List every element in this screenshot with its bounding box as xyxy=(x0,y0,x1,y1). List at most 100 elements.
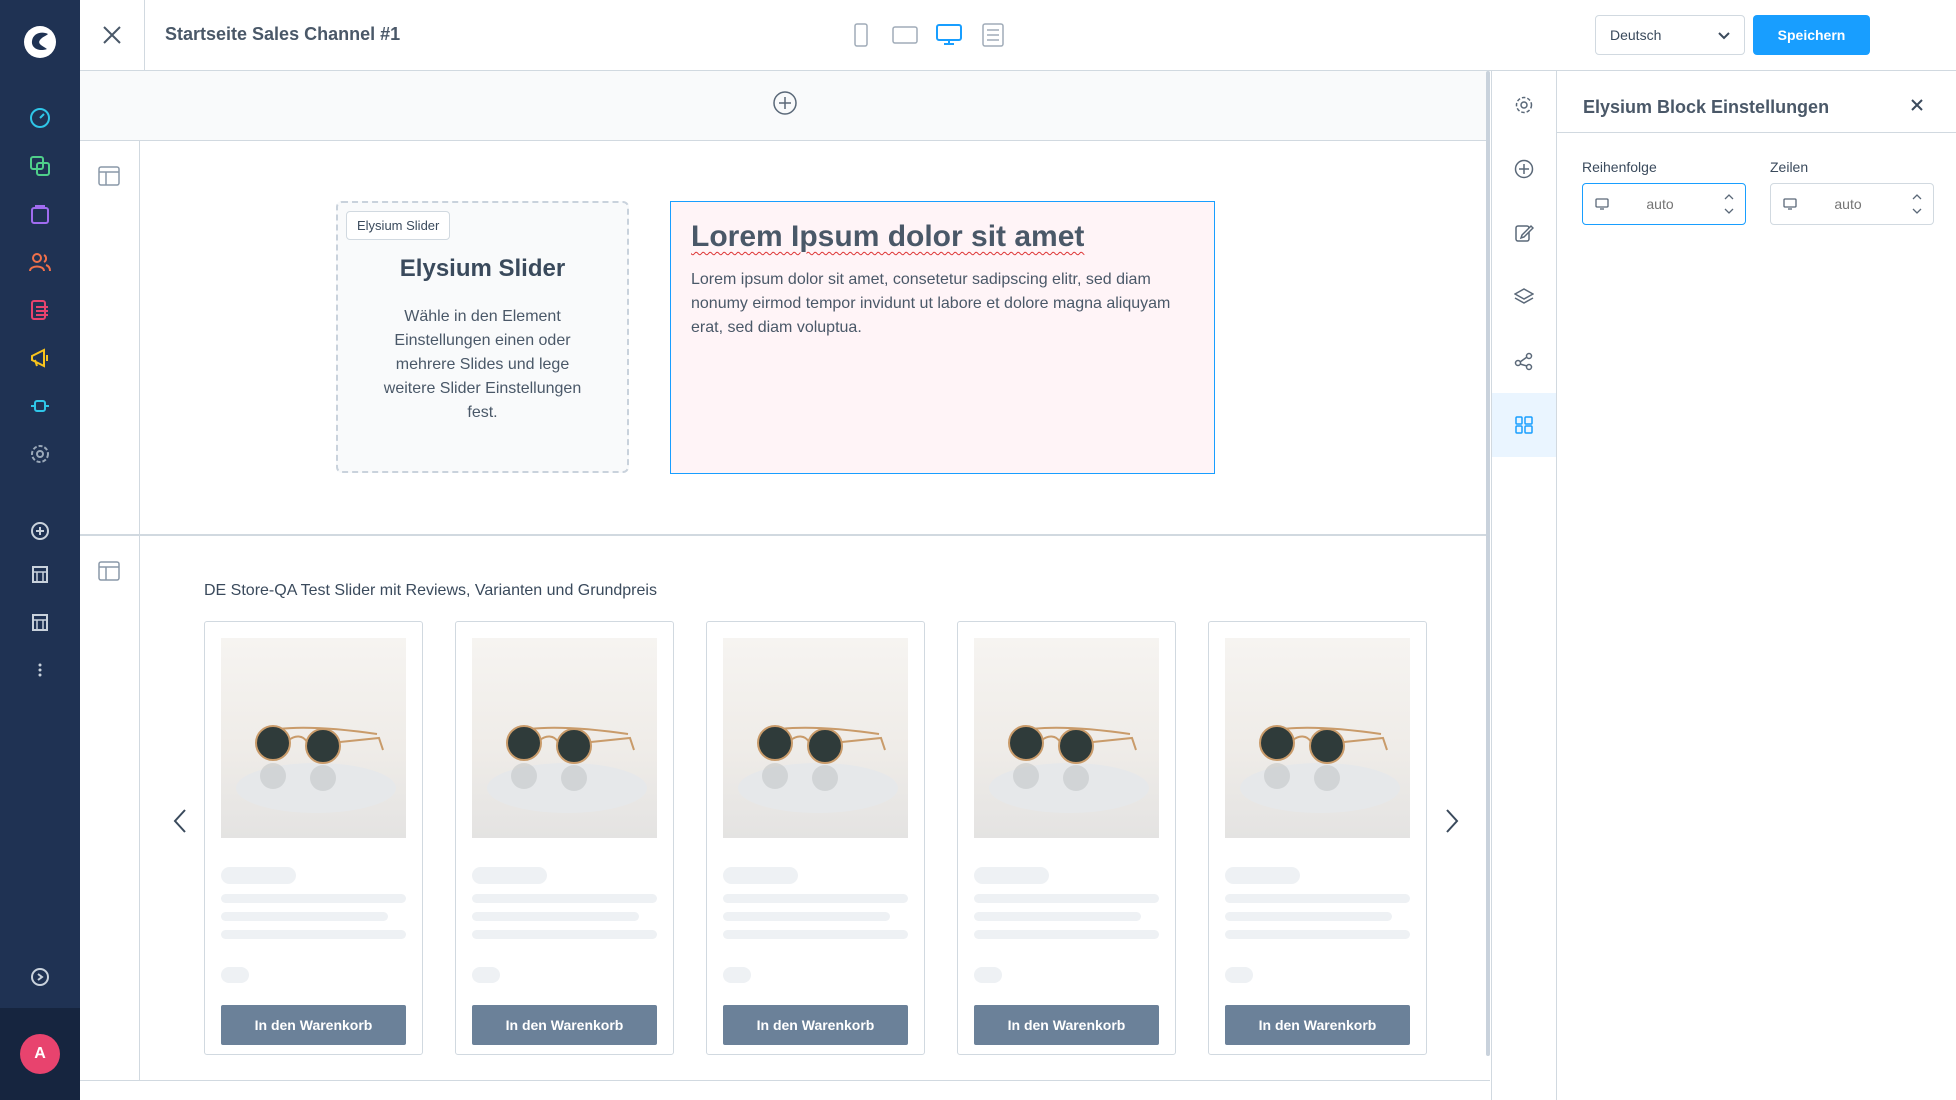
settings-icon[interactable] xyxy=(1492,73,1556,137)
product-image[interactable] xyxy=(221,638,406,838)
skeleton-line xyxy=(1225,894,1410,903)
language-select[interactable]: Deutsch xyxy=(1595,15,1745,55)
content-icon[interactable] xyxy=(26,296,54,324)
share-icon[interactable] xyxy=(1492,329,1556,393)
chevron-right-icon[interactable] xyxy=(1440,806,1464,836)
section-settings-icon[interactable] xyxy=(98,560,122,584)
close-icon[interactable] xyxy=(1909,97,1929,117)
storefront-icon[interactable] xyxy=(26,608,54,636)
skeleton-line xyxy=(221,912,388,921)
skeleton-line xyxy=(221,967,249,983)
skeleton-line xyxy=(723,930,908,939)
close-icon[interactable] xyxy=(80,0,145,70)
rows-input-box xyxy=(1770,183,1934,225)
rows-input[interactable] xyxy=(1813,196,1883,212)
product-card[interactable]: In den Warenkorb xyxy=(957,621,1176,1055)
product-image[interactable] xyxy=(974,638,1159,838)
skeleton-line xyxy=(1225,912,1392,921)
skeleton-line xyxy=(472,967,500,983)
product-image[interactable] xyxy=(472,638,657,838)
form-view-icon[interactable] xyxy=(977,20,1009,50)
skeleton-line xyxy=(472,930,657,939)
skeleton-line xyxy=(472,912,639,921)
help-icon[interactable] xyxy=(26,963,54,991)
skeleton-line xyxy=(723,967,751,983)
add-to-cart-button[interactable]: In den Warenkorb xyxy=(974,1005,1159,1045)
product-image[interactable] xyxy=(723,638,908,838)
skeleton-line xyxy=(1225,967,1253,983)
skeleton-line xyxy=(974,967,1002,983)
panel-header: Elysium Block Einstellungen xyxy=(1557,71,1956,133)
skeleton-line xyxy=(472,867,547,884)
extensions-icon[interactable] xyxy=(26,392,54,420)
product-image[interactable] xyxy=(1225,638,1410,838)
block-settings-icon[interactable] xyxy=(1492,393,1556,457)
marketing-icon[interactable] xyxy=(26,344,54,372)
skeleton-line xyxy=(974,912,1141,921)
save-button[interactable]: Speichern xyxy=(1753,15,1870,55)
rows-label: Zeilen xyxy=(1770,159,1809,175)
section-gutter xyxy=(80,141,140,534)
customers-icon[interactable] xyxy=(26,248,54,276)
skeleton-line xyxy=(723,894,908,903)
desktop-viewport-icon[interactable] xyxy=(933,20,965,50)
viewport-switcher xyxy=(845,20,1009,50)
skeleton-line xyxy=(723,912,890,921)
language-select-value: Deutsch xyxy=(1610,27,1662,43)
settings-icon[interactable] xyxy=(26,440,54,468)
order-input[interactable] xyxy=(1625,196,1695,212)
admin-sidebar: A xyxy=(0,0,80,1100)
dashboard-icon[interactable] xyxy=(26,104,54,132)
skeleton-line xyxy=(974,894,1159,903)
add-to-cart-button[interactable]: In den Warenkorb xyxy=(723,1005,908,1045)
order-input-box xyxy=(1582,183,1746,225)
skeleton-line xyxy=(221,867,296,884)
order-field: Reihenfolge xyxy=(1582,159,1746,225)
desktop-icon xyxy=(1595,197,1611,213)
chevron-down-icon xyxy=(1718,27,1730,43)
text-element-body: Lorem ipsum dolor sit amet, consetetur s… xyxy=(691,271,1171,336)
canvas-scrollbar[interactable] xyxy=(1486,71,1490,1056)
skeleton-line xyxy=(1225,930,1410,939)
layers-icon[interactable] xyxy=(1492,265,1556,329)
storefront-icon[interactable] xyxy=(26,560,54,588)
page-title: Startseite Sales Channel #1 xyxy=(165,24,401,44)
text-element-title: Lorem Ipsum dolor sit amet xyxy=(691,220,1085,253)
product-card[interactable]: In den Warenkorb xyxy=(455,621,674,1055)
panel-title: Elysium Block Einstellungen xyxy=(1583,97,1830,117)
section-settings-icon[interactable] xyxy=(98,165,122,189)
tablet-viewport-icon[interactable] xyxy=(889,20,921,50)
cms-section: Elysium Slider Elysium Slider Wähle in d… xyxy=(80,141,1490,536)
sidebar-tabs xyxy=(1491,71,1557,1100)
sidebar-footer: A xyxy=(0,1008,80,1100)
edit-icon[interactable] xyxy=(1492,201,1556,265)
rows-field: Zeilen xyxy=(1770,159,1934,225)
number-stepper-icon[interactable] xyxy=(1911,190,1923,218)
number-stepper-icon[interactable] xyxy=(1723,190,1735,218)
mobile-viewport-icon[interactable] xyxy=(845,20,877,50)
product-card[interactable]: In den Warenkorb xyxy=(706,621,925,1055)
product-slider-title: DE Store-QA Test Slider mit Reviews, Var… xyxy=(204,582,657,599)
product-card[interactable]: In den Warenkorb xyxy=(1208,621,1427,1055)
add-to-cart-button[interactable]: In den Warenkorb xyxy=(1225,1005,1410,1045)
order-label: Reihenfolge xyxy=(1582,159,1657,175)
add-sales-channel-icon[interactable] xyxy=(26,517,54,545)
orders-icon[interactable] xyxy=(26,200,54,228)
catalogue-icon[interactable] xyxy=(26,152,54,180)
skeleton-line xyxy=(1225,867,1300,884)
section-gutter xyxy=(80,536,140,1080)
product-card[interactable]: In den Warenkorb xyxy=(204,621,423,1055)
text-element[interactable]: Lorem Ipsum dolor sit amet Lorem ipsum d… xyxy=(670,201,1215,474)
elysium-slider-element[interactable]: Elysium Slider Elysium Slider Wähle in d… xyxy=(336,201,629,473)
shopware-logo-icon[interactable] xyxy=(20,22,60,62)
skeleton-line xyxy=(472,894,657,903)
add-to-cart-button[interactable]: In den Warenkorb xyxy=(221,1005,406,1045)
add-to-cart-button[interactable]: In den Warenkorb xyxy=(472,1005,657,1045)
more-icon[interactable] xyxy=(26,656,54,684)
add-block-icon[interactable] xyxy=(1492,137,1556,201)
add-block-icon[interactable] xyxy=(772,90,798,121)
chevron-left-icon[interactable] xyxy=(168,806,192,836)
avatar[interactable]: A xyxy=(20,1034,60,1074)
add-section-row xyxy=(80,71,1490,141)
skeleton-line xyxy=(974,930,1159,939)
